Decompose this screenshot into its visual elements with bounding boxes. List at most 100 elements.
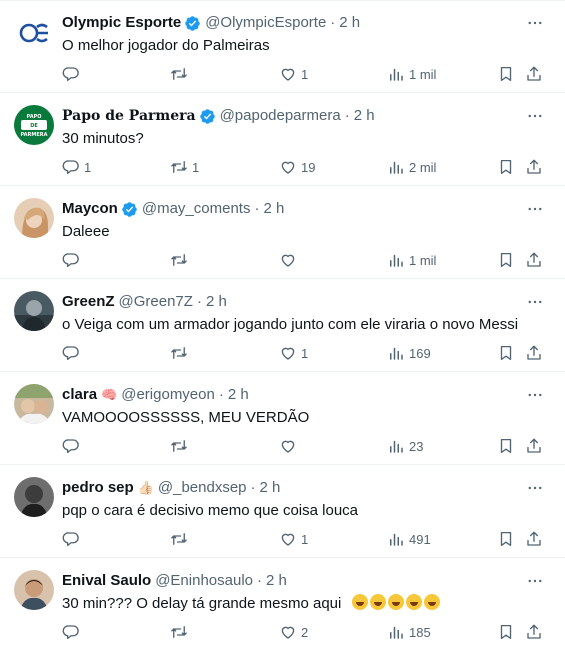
reply-button[interactable]: 1 xyxy=(62,157,91,177)
like-count: 2 xyxy=(301,624,309,640)
reply-tweet[interactable]: PAPO DE PARMERA Papo de Parmera @papodepar… xyxy=(0,93,565,186)
bookmark-button[interactable] xyxy=(497,64,515,84)
reply-tweet[interactable]: Olympic Esporte @OlympicEsporte · 2 h O … xyxy=(0,0,565,93)
retweet-button[interactable] xyxy=(170,64,192,84)
retweet-button[interactable]: 1 xyxy=(170,157,199,177)
reply-tweet[interactable]: pedro sep 👍🏻 @_bendxsep · 2 h pqp o cara… xyxy=(0,465,565,558)
author-name[interactable]: Olympic Esporte xyxy=(62,13,181,33)
avatar[interactable] xyxy=(14,384,54,424)
tweet-actions: 1 1 mil xyxy=(62,64,551,84)
tweet-actions: 1 491 xyxy=(62,529,551,549)
retweet-button[interactable] xyxy=(170,436,192,456)
like-button[interactable]: 19 xyxy=(279,157,315,177)
views-button[interactable]: 169 xyxy=(387,343,431,363)
author-handle[interactable]: @_bendxsep xyxy=(158,478,247,498)
reply-button[interactable] xyxy=(62,64,84,84)
share-icon xyxy=(527,624,541,639)
reply-tweet[interactable]: GreenZ @Green7Z · 2 h o Veiga com um arm… xyxy=(0,279,565,372)
like-button[interactable]: 1 xyxy=(279,343,308,363)
laughing-emoji-icon xyxy=(423,594,440,610)
reply-button[interactable] xyxy=(62,622,84,642)
timestamp[interactable]: 2 h xyxy=(339,13,360,33)
like-button[interactable] xyxy=(279,250,301,270)
author-name[interactable]: Maycon xyxy=(62,199,118,219)
share-button[interactable] xyxy=(525,436,543,456)
bookmark-button[interactable] xyxy=(497,343,515,363)
like-button[interactable] xyxy=(279,436,301,456)
views-count: 2 mil xyxy=(409,159,437,175)
author-handle[interactable]: @Eninhosaulo xyxy=(155,571,253,591)
share-button[interactable] xyxy=(525,157,543,177)
views-button[interactable]: 185 xyxy=(387,622,431,642)
more-icon[interactable] xyxy=(525,292,545,312)
reply-button[interactable] xyxy=(62,436,84,456)
like-count: 1 xyxy=(301,66,309,82)
views-button[interactable]: 2 mil xyxy=(387,157,436,177)
separator-dot: · xyxy=(344,107,350,124)
avatar[interactable] xyxy=(14,198,54,238)
retweet-button[interactable] xyxy=(170,343,192,363)
author-name[interactable]: pedro sep xyxy=(62,478,134,498)
verified-badge-icon xyxy=(199,108,216,125)
share-button[interactable] xyxy=(525,250,543,270)
views-button[interactable]: 491 xyxy=(387,529,431,549)
timestamp[interactable]: 2 h xyxy=(263,199,284,219)
reply-tweet[interactable]: Enival Saulo @Eninhosaulo · 2 h 30 min??… xyxy=(0,558,565,656)
avatar[interactable]: PAPO DE PARMERA xyxy=(14,105,54,145)
timestamp[interactable]: 2 h xyxy=(228,385,249,405)
retweet-button[interactable] xyxy=(170,529,192,549)
bookmark-button[interactable] xyxy=(497,529,515,549)
reply-count: 1 xyxy=(84,159,92,175)
avatar[interactable] xyxy=(14,570,54,610)
share-icon xyxy=(527,531,541,546)
author-handle[interactable]: @Green7Z xyxy=(119,292,193,312)
retweet-icon xyxy=(171,68,187,80)
author-handle[interactable]: @OlympicEsporte xyxy=(205,13,326,33)
author-name[interactable]: clara xyxy=(62,385,97,405)
share-button[interactable] xyxy=(525,622,543,642)
timestamp[interactable]: 2 h xyxy=(266,571,287,591)
laughing-emoji-icon xyxy=(369,594,386,610)
share-button[interactable] xyxy=(525,343,543,363)
views-button[interactable]: 1 mil xyxy=(387,250,436,270)
more-icon[interactable] xyxy=(525,385,545,405)
more-icon[interactable] xyxy=(525,571,545,591)
more-icon[interactable] xyxy=(525,13,545,33)
timestamp[interactable]: 2 h xyxy=(260,478,281,498)
author-name[interactable]: Papo de Parmera xyxy=(62,106,196,126)
retweet-button[interactable] xyxy=(170,250,192,270)
svg-text:PARMERA: PARMERA xyxy=(20,132,47,138)
like-button[interactable]: 1 xyxy=(279,64,308,84)
reply-tweet[interactable]: Maycon @may_coments · 2 h Daleee 1 mil xyxy=(0,186,565,279)
reply-tweet[interactable]: clara 🧠 @erigomyeon · 2 h VAMOOOOSSSSSS,… xyxy=(0,372,565,465)
bookmark-button[interactable] xyxy=(497,436,515,456)
more-icon[interactable] xyxy=(525,106,545,126)
author-handle[interactable]: @papodeparmera xyxy=(220,106,341,126)
author-name[interactable]: GreenZ xyxy=(62,292,115,312)
bookmark-button[interactable] xyxy=(497,622,515,642)
verified-badge-icon xyxy=(184,15,201,32)
views-button[interactable]: 23 xyxy=(387,436,423,456)
timestamp[interactable]: 2 h xyxy=(354,106,375,126)
author-handle[interactable]: @erigomyeon xyxy=(121,385,215,405)
avatar[interactable] xyxy=(14,12,54,52)
timestamp[interactable]: 2 h xyxy=(206,292,227,312)
reply-button[interactable] xyxy=(62,250,84,270)
more-icon[interactable] xyxy=(525,199,545,219)
reply-button[interactable] xyxy=(62,343,84,363)
share-button[interactable] xyxy=(525,64,543,84)
more-icon[interactable] xyxy=(525,478,545,498)
reply-button[interactable] xyxy=(62,529,84,549)
bookmark-button[interactable] xyxy=(497,250,515,270)
retweet-button[interactable] xyxy=(170,622,192,642)
avatar[interactable] xyxy=(14,477,54,517)
avatar[interactable] xyxy=(14,291,54,331)
like-button[interactable]: 1 xyxy=(279,529,308,549)
bookmark-button[interactable] xyxy=(497,157,515,177)
tweet-text: 30 minutos? xyxy=(62,130,144,147)
views-button[interactable]: 1 mil xyxy=(387,64,436,84)
share-button[interactable] xyxy=(525,529,543,549)
author-handle[interactable]: @may_coments xyxy=(142,199,251,219)
like-button[interactable]: 2 xyxy=(279,622,308,642)
author-name[interactable]: Enival Saulo xyxy=(62,571,151,591)
